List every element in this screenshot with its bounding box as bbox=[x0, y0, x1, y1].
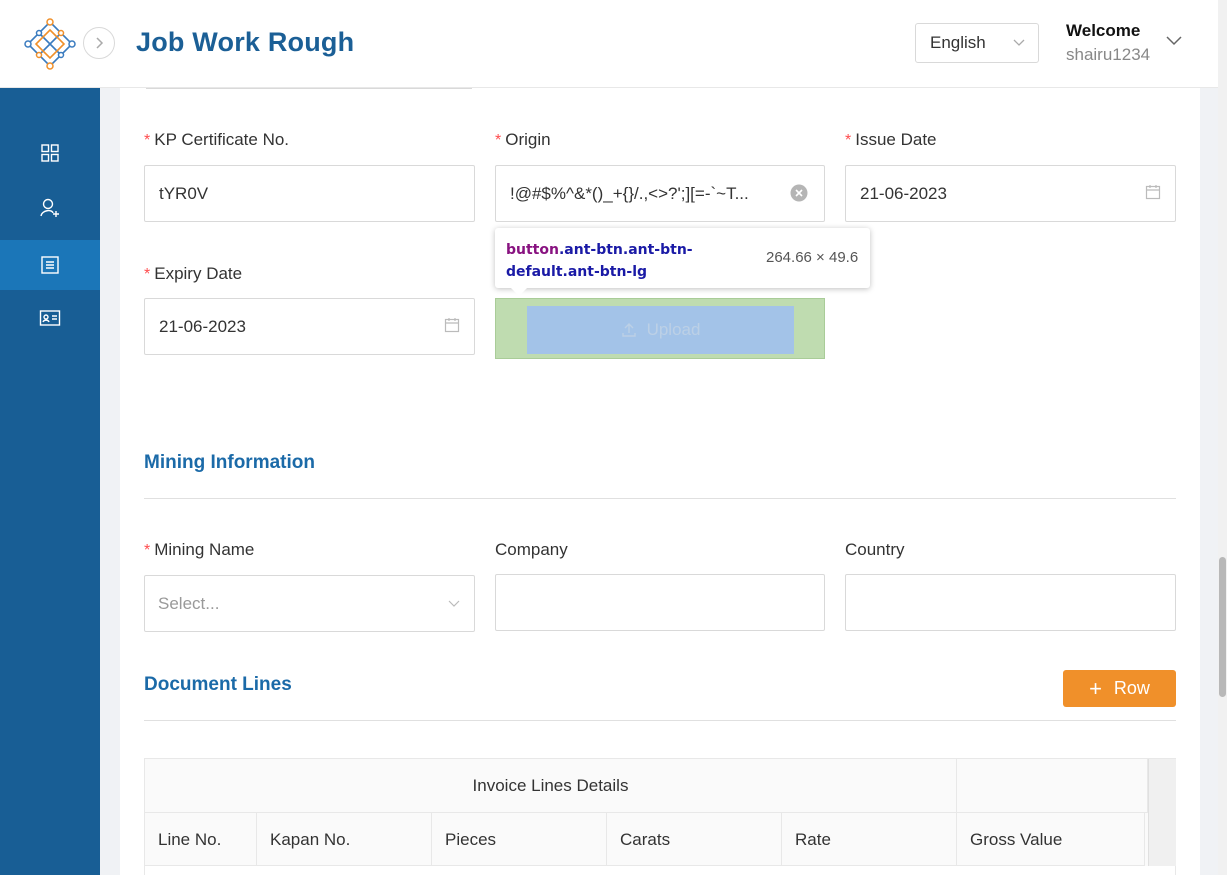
sidebar-item-dashboard[interactable] bbox=[0, 128, 100, 178]
add-row-button[interactable]: + Row bbox=[1063, 670, 1176, 707]
column-header-kapan-no: Kapan No. bbox=[257, 813, 432, 866]
mining-name-select[interactable]: Select... bbox=[144, 575, 475, 632]
plus-icon: + bbox=[1089, 675, 1102, 701]
kp-certificate-input[interactable]: tYR0V bbox=[144, 165, 475, 222]
document-lines-title: Document Lines bbox=[144, 674, 292, 695]
scrollbar-thumb[interactable] bbox=[1219, 557, 1226, 697]
issue-date-label: * Issue Date bbox=[845, 130, 937, 149]
mining-name-label: * Mining Name bbox=[144, 540, 255, 559]
page-scrollbar[interactable] bbox=[1218, 0, 1227, 875]
form-card: * KP Certificate No. tYR0V * Origin !@#$%^… bbox=[120, 88, 1200, 875]
column-header-pieces: Pieces bbox=[432, 813, 607, 866]
user-menu-chevron-icon[interactable] bbox=[1165, 33, 1183, 49]
company-label: Company bbox=[495, 540, 568, 559]
company-input[interactable] bbox=[495, 574, 825, 631]
kp-certificate-label: * KP Certificate No. bbox=[144, 130, 290, 149]
mining-information-title: Mining Information bbox=[144, 452, 315, 473]
chevron-right-icon bbox=[96, 37, 104, 49]
page-title: Job Work Rough bbox=[136, 27, 355, 57]
section-divider bbox=[144, 498, 1176, 499]
chevron-down-icon bbox=[448, 600, 460, 607]
country-input[interactable] bbox=[845, 574, 1176, 631]
column-header-rate: Rate bbox=[782, 813, 957, 866]
welcome-text: Welcome bbox=[1066, 21, 1141, 40]
origin-input[interactable]: !@#$%^&*()_+{}/.,<>?';][=-`~T... bbox=[495, 165, 825, 222]
upload-highlight-area: Upload bbox=[495, 298, 825, 359]
upload-button[interactable]: Upload bbox=[527, 306, 794, 354]
language-value: English bbox=[930, 33, 986, 52]
devtools-inspect-tooltip: button.ant-btn.ant-btn-default.ant-btn-l… bbox=[495, 228, 870, 296]
clear-icon[interactable] bbox=[790, 184, 808, 202]
calendar-icon bbox=[1145, 185, 1161, 200]
expiry-date-picker[interactable]: 21-06-2023 bbox=[144, 298, 475, 355]
id-card-icon bbox=[39, 310, 61, 326]
column-header-gross-value: Gross Value bbox=[957, 813, 1145, 866]
chevron-down-icon bbox=[1013, 39, 1025, 46]
table-group-header: Invoice Lines Details bbox=[145, 759, 957, 813]
app-logo-icon[interactable] bbox=[24, 18, 76, 70]
language-select[interactable]: English bbox=[915, 23, 1039, 63]
sidebar-item-profile[interactable] bbox=[0, 293, 100, 343]
table-header-scroll-gutter bbox=[1148, 759, 1176, 866]
issue-date-picker[interactable]: 21-06-2023 bbox=[845, 165, 1176, 222]
tooltip-size: 264.66 × 49.6 bbox=[766, 249, 859, 266]
user-add-icon bbox=[40, 198, 59, 217]
column-header-line-no: Line No. bbox=[145, 813, 257, 866]
list-document-icon bbox=[41, 256, 59, 274]
previous-field-border bbox=[146, 88, 472, 89]
origin-label: * Origin bbox=[495, 130, 551, 149]
table-body bbox=[145, 866, 1175, 875]
dashboard-grid-icon bbox=[41, 144, 59, 162]
sidebar-toggle-button[interactable] bbox=[83, 27, 115, 59]
username-text: shairu1234 bbox=[1066, 45, 1151, 64]
expiry-date-label: * Expiry Date bbox=[144, 264, 243, 283]
country-label: Country bbox=[845, 540, 905, 559]
app-header: Job Work Rough English Welcome shairu123… bbox=[0, 0, 1227, 88]
calendar-icon bbox=[444, 318, 460, 333]
sidebar-item-users[interactable] bbox=[0, 183, 100, 233]
upload-icon bbox=[621, 323, 636, 337]
table-header-blank bbox=[957, 759, 1148, 813]
tooltip-selector: button.ant-btn.ant-btn-default.ant-btn-l… bbox=[506, 242, 693, 280]
section-divider bbox=[144, 720, 1176, 721]
sidebar bbox=[0, 88, 100, 875]
invoice-lines-table: Invoice Lines Details Line No. Kapan No.… bbox=[144, 758, 1176, 875]
column-header-carats: Carats bbox=[607, 813, 782, 866]
sidebar-item-documents[interactable] bbox=[0, 240, 100, 290]
